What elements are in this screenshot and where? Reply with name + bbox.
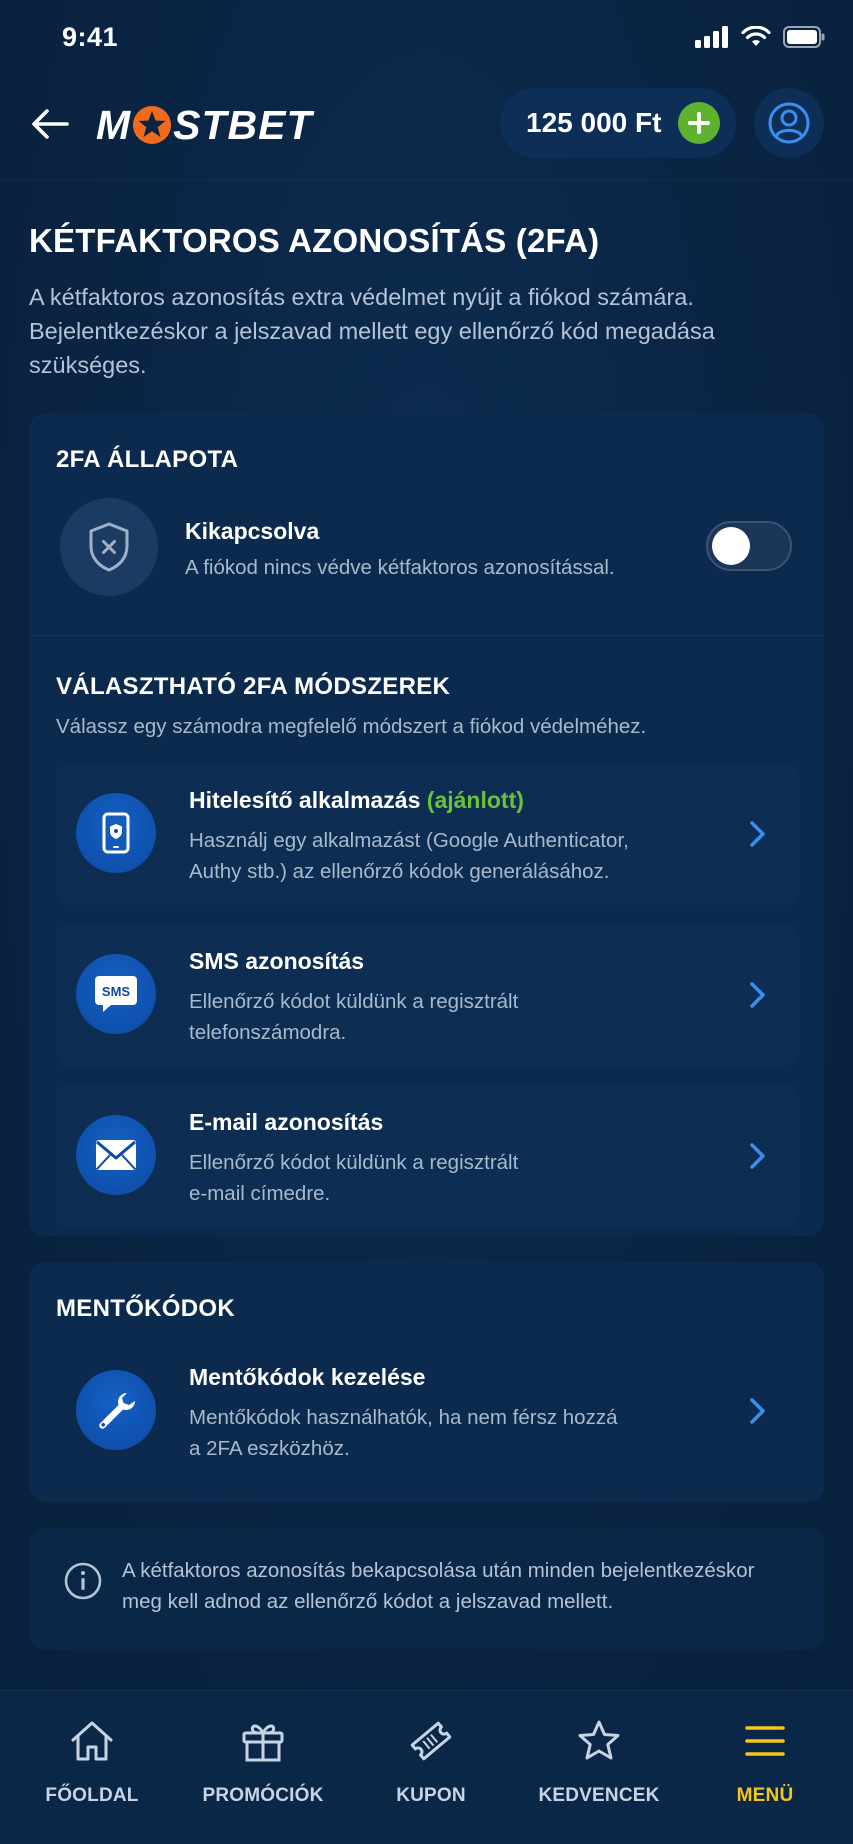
status-icons [695,26,825,48]
envelope-icon [96,1140,136,1170]
shield-badge [60,498,158,596]
method-desc-line: Mentőkódok használhatók, ha nem férsz ho… [189,1406,618,1429]
app-header: M STBET 125 000 Ft [0,78,853,182]
method-title: SMS azonosítás [189,948,365,974]
nav-home[interactable]: FŐOLDAL [7,1691,177,1844]
profile-button[interactable] [754,88,824,158]
sms-icon-text: SMS [102,984,131,999]
status-bar: 9:41 [0,0,853,78]
method-title: Mentőkódok kezelése [189,1364,426,1390]
nav-label: FŐOLDAL [45,1785,139,1806]
page-description: A kétfaktoros azonosítás extra védelmet … [29,284,715,378]
wrench-icon [99,1393,136,1429]
star-icon [578,1720,620,1760]
manage-backup-codes[interactable]: Mentőkódok kezelése Mentőkódok használha… [56,1340,799,1482]
method-desc-line: Authy stb.) az ellenőrző kódok generálás… [189,860,610,883]
info-line: meg kell adnod az ellenőrző kódot a jels… [122,1590,614,1613]
method-description: Mentőkódok használhatók, ha nem férsz ho… [189,1402,669,1464]
status-section-title: 2FA ÁLLAPOTA [56,446,239,473]
method-icon-bg: SMS [76,954,156,1034]
signal-icon [695,26,728,48]
twofa-status-label: Kikapcsolva [185,518,320,544]
user-icon [768,102,810,144]
method-sms[interactable]: SMS SMS azonosítás Ellenőrző kódot küldü… [56,924,799,1066]
twofa-toggle[interactable] [706,521,792,571]
methods-section-title: VÁLASZTHATÓ 2FA MÓDSZEREK [56,673,451,700]
method-desc-line: e-mail címedre. [189,1182,331,1205]
ticket-icon [410,1721,452,1761]
recommended-tag: (ajánlott) [426,787,524,813]
balance-amount: 125 000 Ft [526,107,662,138]
nav-icon-wrap [68,1717,116,1765]
nav-menu[interactable]: MENÜ [680,1691,850,1844]
menu-icon [745,1726,785,1756]
method-desc-line: Ellenőrző kódot küldünk a regisztrált [189,990,519,1013]
gift-icon [242,1724,284,1762]
method-authenticator-app[interactable]: Hitelesítő alkalmazás (ajánlott) Használ… [56,763,799,905]
method-desc-line: Használj egy alkalmazást (Google Authent… [189,829,629,852]
nav-icon-wrap [407,1717,455,1765]
method-description: Ellenőrző kódot küldünk a regisztrált te… [189,986,669,1048]
twofa-status-description: A fiókod nincs védve kétfaktoros azonosí… [185,556,615,579]
plus-icon [688,112,710,134]
nav-favorites[interactable]: KEDVENCEK [514,1691,684,1844]
method-icon-bg [76,1370,156,1450]
nav-label: KEDVENCEK [538,1785,660,1806]
bottom-navigation: FŐOLDAL PROMÓCIÓK KUPON KEDVENCEK MENÜ [0,1690,853,1844]
chevron-right-icon [750,1398,765,1424]
balance-pill[interactable]: 125 000 Ft [500,88,736,158]
back-button[interactable] [28,102,72,146]
info-line: A kétfaktoros azonosítás bekapcsolása ut… [122,1559,755,1582]
home-icon [71,1721,113,1761]
logo-star-icon [133,106,172,144]
method-description: Ellenőrző kódot küldünk a regisztrált e-… [189,1147,669,1209]
mostbet-logo[interactable]: M STBET [96,100,313,150]
battery-icon [783,26,825,48]
method-email[interactable]: E-mail azonosítás Ellenőrző kódot küldün… [56,1085,799,1227]
sms-icon: SMS [95,976,137,1012]
shield-x-icon [89,522,129,572]
nav-label: MENÜ [736,1785,794,1806]
chevron-right-icon [750,821,765,847]
twofa-card: 2FA ÁLLAPOTA Kikapcsolva A fiókod nincs … [29,413,824,1236]
toggle-knob [712,527,750,565]
method-desc-line: Ellenőrző kódot küldünk a regisztrált [189,1151,519,1174]
nav-promotions[interactable]: PROMÓCIÓK [178,1691,348,1844]
logo-text-left: M [96,101,132,148]
nav-icon-wrap [575,1717,623,1765]
backup-section-title: MENTŐKÓDOK [56,1295,235,1322]
methods-section-subtitle: Válassz egy számodra megfelelő módszert … [56,715,647,738]
header-divider [0,180,853,181]
nav-label: PROMÓCIÓK [202,1785,324,1806]
status-time: 9:41 [62,22,119,52]
logo-text-right: STBET [173,101,313,148]
section-divider [29,635,824,636]
method-icon-bg [76,1115,156,1195]
method-title: E-mail azonosítás [189,1109,384,1135]
method-description: Használj egy alkalmazást (Google Authent… [189,825,669,887]
info-icon [64,1562,102,1600]
chevron-right-icon [750,1143,765,1169]
method-desc-line: telefonszámodra. [189,1021,347,1044]
arrow-left-icon [32,109,69,139]
nav-icon-wrap [239,1717,287,1765]
method-title: Hitelesítő alkalmazás (ajánlott) [189,787,524,814]
method-icon-bg [76,793,156,873]
backup-codes-card: MENTŐKÓDOK Mentőkódok kezelése Mentőkódo… [29,1262,824,1502]
method-desc-line: a 2FA eszközhöz. [189,1437,350,1460]
deposit-button[interactable] [678,102,720,144]
wifi-icon [741,26,771,46]
phone-lock-icon [102,812,130,854]
page-title: KÉTFAKTOROS AZONOSÍTÁS (2FA) [29,222,600,259]
nav-label: KUPON [396,1785,466,1806]
method-title-text: Hitelesítő alkalmazás [189,787,421,813]
info-box: A kétfaktoros azonosítás bekapcsolása ut… [29,1528,824,1650]
page: 9:41 M STBET 125 000 Ft KÉTFAKTOROS AZON… [0,0,853,1844]
chevron-right-icon [750,982,765,1008]
nav-coupon[interactable]: KUPON [346,1691,516,1844]
info-text: A kétfaktoros azonosítás bekapcsolása ut… [122,1555,812,1617]
nav-icon-wrap [741,1717,789,1765]
